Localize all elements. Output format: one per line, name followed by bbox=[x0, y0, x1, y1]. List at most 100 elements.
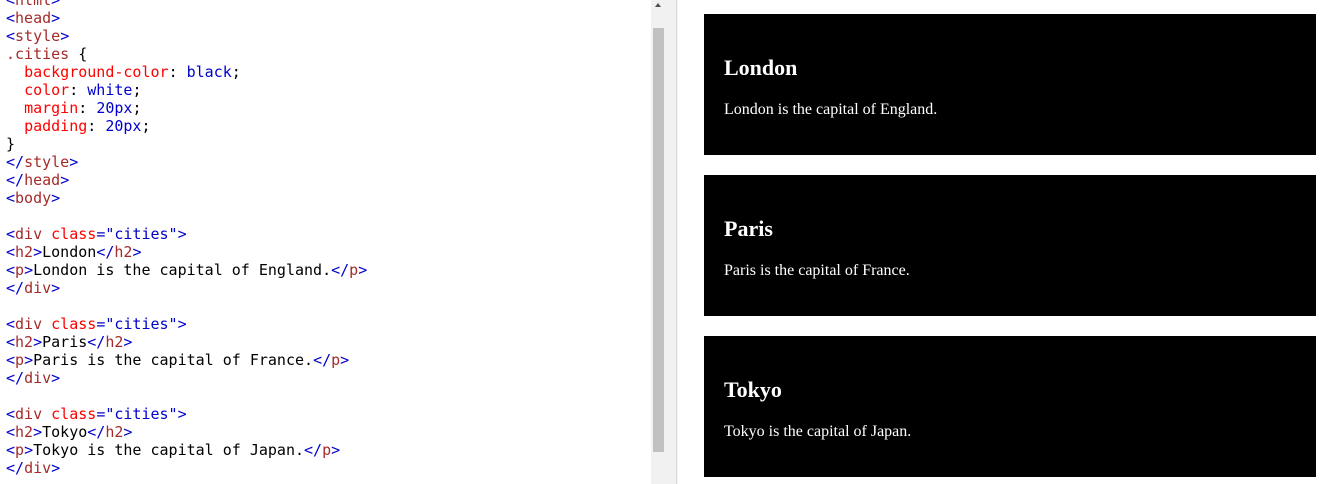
result-preview: London London is the capital of England.… bbox=[678, 0, 1327, 484]
code-token: </ bbox=[87, 333, 106, 351]
code-line[interactable]: } bbox=[6, 135, 367, 153]
code-token: : bbox=[87, 117, 106, 135]
code-token: < bbox=[6, 225, 16, 243]
code-line[interactable]: </div> bbox=[6, 279, 367, 297]
code-token: </ bbox=[6, 369, 25, 387]
code-token: > bbox=[177, 315, 187, 333]
code-line[interactable]: <h2>Paris</h2> bbox=[6, 333, 367, 351]
code-token: > bbox=[51, 369, 61, 387]
code-line[interactable]: </div> bbox=[6, 369, 367, 387]
code-token: > bbox=[51, 0, 61, 9]
code-line[interactable]: <div class="cities"> bbox=[6, 315, 367, 333]
code-token: London is the capital of England. bbox=[33, 261, 332, 279]
code-token: ; bbox=[231, 63, 241, 81]
code-line[interactable] bbox=[6, 207, 367, 225]
code-token: > bbox=[132, 243, 142, 261]
code-token: white bbox=[87, 81, 133, 99]
code-token: < bbox=[6, 423, 16, 441]
code-token: </ bbox=[6, 171, 25, 189]
code-token: 20px bbox=[96, 99, 133, 117]
code-token: p bbox=[331, 351, 341, 369]
code-token: < bbox=[6, 315, 16, 333]
code-token: > bbox=[51, 459, 61, 477]
code-line[interactable]: .cities { bbox=[6, 45, 367, 63]
code-line[interactable]: <html> bbox=[6, 0, 367, 9]
code-token: > bbox=[69, 153, 79, 171]
code-token: > bbox=[177, 225, 187, 243]
code-token: </ bbox=[96, 243, 115, 261]
code-line[interactable]: background-color: black; bbox=[6, 63, 367, 81]
code-line[interactable]: <div class="cities"> bbox=[6, 405, 367, 423]
code-line[interactable]: <head> bbox=[6, 9, 367, 27]
city-box-london: London London is the capital of England. bbox=[704, 14, 1316, 155]
code-token: </ bbox=[304, 441, 323, 459]
city-heading: Paris bbox=[724, 216, 773, 241]
code-line[interactable] bbox=[6, 387, 367, 405]
code-token: > bbox=[177, 405, 187, 423]
code-line[interactable]: <p>Paris is the capital of France.</p> bbox=[6, 351, 367, 369]
code-token: = bbox=[96, 225, 106, 243]
code-token: 20px bbox=[105, 117, 142, 135]
code-editor[interactable]: <html> <head> <style> .cities { background-… bbox=[0, 0, 651, 484]
code-line[interactable]: margin: 20px; bbox=[6, 99, 367, 117]
scroll-thumb[interactable] bbox=[653, 28, 664, 452]
code-token: h2 bbox=[15, 423, 34, 441]
editor-scrollbar[interactable] bbox=[651, 0, 666, 484]
code-token: p bbox=[15, 261, 25, 279]
code-token: p bbox=[15, 351, 25, 369]
city-heading: London bbox=[724, 55, 798, 80]
code-token: < bbox=[6, 261, 16, 279]
code-token: ; bbox=[132, 99, 142, 117]
city-description: Paris is the capital of France. bbox=[724, 262, 910, 279]
code-token: </ bbox=[313, 351, 332, 369]
code-line[interactable]: color: white; bbox=[6, 81, 367, 99]
code-token: style bbox=[24, 153, 70, 171]
city-heading: Tokyo bbox=[724, 377, 782, 402]
code-token: color bbox=[24, 81, 70, 99]
code-token: h2 bbox=[105, 423, 124, 441]
code-token: class bbox=[51, 315, 97, 333]
code-text[interactable]: <html> <head> <style> .cities { background-… bbox=[6, 0, 367, 477]
code-token: head bbox=[24, 171, 61, 189]
code-token: </ bbox=[6, 153, 25, 171]
code-token: background-color bbox=[24, 63, 169, 81]
code-line[interactable]: </style> bbox=[6, 153, 367, 171]
code-token: </ bbox=[331, 261, 350, 279]
code-token: > bbox=[340, 351, 350, 369]
code-token: > bbox=[33, 333, 43, 351]
code-line[interactable]: <h2>Tokyo</h2> bbox=[6, 423, 367, 441]
code-line[interactable]: <p>Tokyo is the capital of Japan.</p> bbox=[6, 441, 367, 459]
code-line[interactable]: </head> bbox=[6, 171, 367, 189]
code-token: > bbox=[51, 189, 61, 207]
code-token: head bbox=[15, 9, 52, 27]
code-token: div bbox=[15, 225, 43, 243]
code-token: </ bbox=[6, 459, 25, 477]
code-token: < bbox=[6, 0, 16, 9]
code-line[interactable]: </div> bbox=[6, 459, 367, 477]
scroll-up-arrow-icon[interactable] bbox=[651, 0, 666, 13]
code-token: > bbox=[24, 441, 34, 459]
code-line[interactable]: <div class="cities"> bbox=[6, 225, 367, 243]
code-line[interactable]: <body> bbox=[6, 189, 367, 207]
city-box-tokyo: Tokyo Tokyo is the capital of Japan. bbox=[704, 336, 1316, 477]
code-token: "cities" bbox=[105, 315, 178, 333]
code-line[interactable]: <p>London is the capital of England.</p> bbox=[6, 261, 367, 279]
code-token: : bbox=[69, 81, 88, 99]
code-token: Paris bbox=[42, 333, 88, 351]
code-token: ; bbox=[141, 117, 151, 135]
code-token: div bbox=[15, 405, 43, 423]
city-description: London is the capital of England. bbox=[724, 101, 938, 118]
code-token: > bbox=[51, 279, 61, 297]
code-line[interactable]: <style> bbox=[6, 27, 367, 45]
code-line[interactable] bbox=[6, 297, 367, 315]
code-token: = bbox=[96, 315, 106, 333]
code-line[interactable]: <h2>London</h2> bbox=[6, 243, 367, 261]
code-line[interactable]: padding: 20px; bbox=[6, 117, 367, 135]
code-token: black bbox=[186, 63, 232, 81]
code-token: Paris is the capital of France. bbox=[33, 351, 314, 369]
